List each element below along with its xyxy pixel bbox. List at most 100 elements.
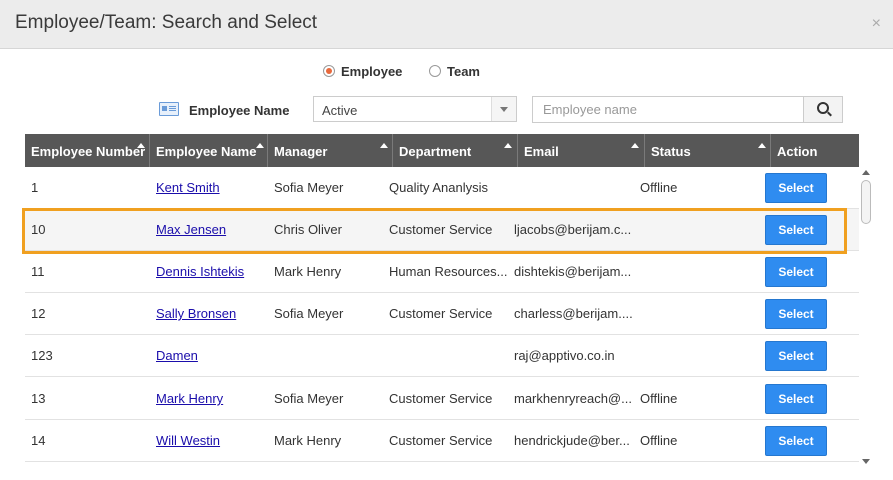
employee-name-link[interactable]: Kent Smith <box>156 180 220 195</box>
cell-employee-number: 10 <box>31 222 46 237</box>
employee-name-link[interactable]: Dennis Ishtekis <box>156 264 244 279</box>
column-header-action: Action <box>771 134 859 167</box>
cell-employee-name: Max Jensen <box>150 209 268 250</box>
cell-manager: Mark Henry <box>274 433 342 448</box>
column-header-label: Email <box>524 144 559 159</box>
employee-name-link[interactable]: Damen <box>156 348 198 363</box>
employee-name-link[interactable]: Mark Henry <box>156 391 223 406</box>
column-header-label: Department <box>399 144 472 159</box>
cell-manager: Chris Oliver <box>274 222 342 237</box>
cell-status <box>634 293 760 334</box>
cell-status: Offline <box>640 180 678 195</box>
scrollbar-thumb[interactable] <box>861 180 871 224</box>
sort-up-icon[interactable] <box>758 143 766 148</box>
employee-name-search-input[interactable] <box>533 97 805 122</box>
search-icon <box>817 102 829 114</box>
cell-status: Offline <box>640 433 678 448</box>
cell-employee-name: Kent Smith <box>150 167 268 208</box>
cell-manager: Sofia Meyer <box>274 180 344 195</box>
cell-manager: Sofia Meyer <box>274 306 344 321</box>
column-header-employee-number[interactable]: Employee Number <box>25 134 150 167</box>
cell-email: raj@apptivo.co.in <box>514 348 615 363</box>
cell-employee-number: 13 <box>31 391 46 406</box>
table-row[interactable]: 123 Damen raj@apptivo.co.in Select <box>25 335 859 377</box>
employee-name-link[interactable]: Will Westin <box>156 433 220 448</box>
cell-employee-number: 123 <box>31 348 53 363</box>
employee-radio-label: Employee <box>341 64 403 79</box>
cell-employee-name: Dennis Ishtekis <box>150 251 268 292</box>
table-header: Employee Number Employee Name Manager De… <box>25 134 859 167</box>
column-header-label: Action <box>777 144 818 159</box>
select-button[interactable]: Select <box>765 215 827 245</box>
cell-employee-name: Will Westin <box>150 420 268 461</box>
column-header-label: Status <box>651 144 691 159</box>
cell-department: Customer Service <box>389 433 493 448</box>
cell-status <box>634 209 760 250</box>
sort-up-icon[interactable] <box>137 143 145 148</box>
cell-email <box>508 167 635 208</box>
table-row[interactable]: 12 Sally Bronsen Sofia Meyer Customer Se… <box>25 293 859 335</box>
sort-up-icon[interactable] <box>504 143 512 148</box>
employee-name-link[interactable]: Sally Bronsen <box>156 306 236 321</box>
cell-manager: Sofia Meyer <box>274 391 344 406</box>
table-row[interactable]: 14 Will Westin Mark Henry Customer Servi… <box>25 420 859 462</box>
select-button[interactable]: Select <box>765 341 827 371</box>
status-select[interactable]: Active <box>313 96 517 122</box>
chevron-down-icon[interactable] <box>491 97 516 121</box>
cell-department: Customer Service <box>389 391 493 406</box>
select-button[interactable]: Select <box>765 173 827 203</box>
column-header-department[interactable]: Department <box>393 134 518 167</box>
select-button[interactable]: Select <box>765 257 827 287</box>
sort-up-icon[interactable] <box>631 143 639 148</box>
cell-employee-number: 12 <box>31 306 46 321</box>
table-row[interactable]: 10 Max Jensen Chris Oliver Customer Serv… <box>25 209 859 251</box>
column-header-label: Employee Number <box>31 144 146 159</box>
employee-radio[interactable]: Employee <box>323 64 402 79</box>
cell-employee-name: Mark Henry <box>150 378 268 419</box>
column-header-status[interactable]: Status <box>645 134 771 167</box>
table-row[interactable]: 1 Kent Smith Sofia Meyer Quality Ananlys… <box>25 167 859 209</box>
sort-up-icon[interactable] <box>256 143 264 148</box>
cell-department <box>383 335 508 376</box>
column-header-manager[interactable]: Manager <box>268 134 393 167</box>
cell-employee-name: Sally Bronsen <box>150 293 268 334</box>
search-button[interactable] <box>803 97 842 122</box>
cell-employee-number: 11 <box>31 264 45 279</box>
employee-name-link[interactable]: Max Jensen <box>156 222 226 237</box>
dialog-title: Employee/Team: Search and Select <box>15 12 318 33</box>
team-radio-label: Team <box>447 64 480 79</box>
table-scrollbar[interactable] <box>859 168 873 466</box>
team-radio[interactable]: Team <box>429 64 480 79</box>
select-button[interactable]: Select <box>765 426 827 456</box>
dialog-titlebar: Employee/Team: Search and Select × <box>0 0 893 49</box>
column-header-email[interactable]: Email <box>518 134 645 167</box>
scroll-up-icon[interactable] <box>862 170 870 175</box>
sort-up-icon[interactable] <box>380 143 388 148</box>
select-button[interactable]: Select <box>765 299 827 329</box>
radio-selected-icon <box>323 65 335 77</box>
cell-email: ljacobs@berijam.c... <box>514 222 632 237</box>
cell-employee-number: 1 <box>31 180 39 195</box>
radio-unselected-icon <box>429 65 441 77</box>
cell-status: Offline <box>640 391 678 406</box>
table-row[interactable]: 11 Dennis Ishtekis Mark Henry Human Reso… <box>25 251 859 293</box>
cell-employee-number: 14 <box>31 433 46 448</box>
cell-department: Customer Service <box>389 222 493 237</box>
cell-status <box>634 251 760 292</box>
column-header-label: Employee Name <box>156 144 257 159</box>
cell-email: markhenryreach@... <box>514 391 632 406</box>
cell-email: charless@berijam.... <box>514 306 633 321</box>
table-row[interactable]: 13 Mark Henry Sofia Meyer Customer Servi… <box>25 378 859 420</box>
close-icon[interactable]: × <box>872 16 881 32</box>
cell-email: dishtekis@berijam... <box>514 264 632 279</box>
cell-department: Human Resources... <box>389 264 508 279</box>
select-button[interactable]: Select <box>765 384 827 414</box>
column-header-employee-name[interactable]: Employee Name <box>150 134 268 167</box>
cell-department: Quality Ananlysis <box>389 180 488 195</box>
status-select-value: Active <box>322 103 358 118</box>
cell-email: hendrickjude@ber... <box>514 433 630 448</box>
cell-manager: Mark Henry <box>274 264 342 279</box>
cell-manager <box>268 335 393 376</box>
cell-department: Customer Service <box>389 306 493 321</box>
scroll-down-icon[interactable] <box>862 459 870 464</box>
